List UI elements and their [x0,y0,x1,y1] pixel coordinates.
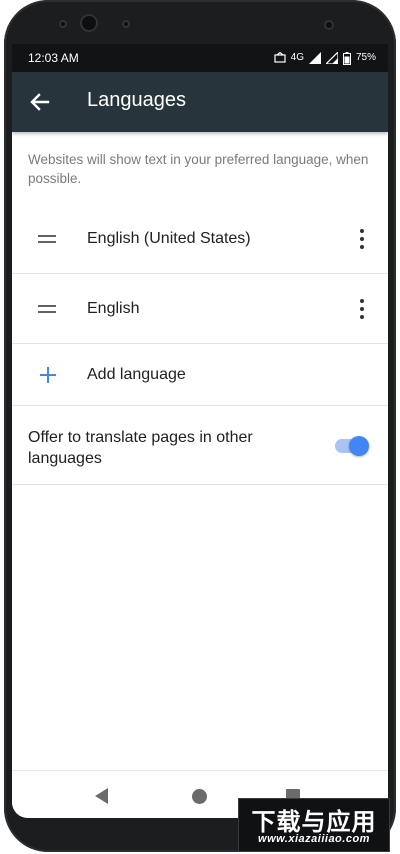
drag-handle-icon[interactable] [38,305,56,314]
screen: 12:03 AM 4G 75% Languages Websites will … [12,44,388,818]
battery-percent: 75% [355,52,376,63]
more-options-icon[interactable] [358,299,366,321]
battery-icon [342,51,351,65]
add-language-row[interactable]: Add language [12,344,388,406]
add-icon [40,367,56,383]
watermark-logo: 下载与应用 www.xiazaiiiao.com [238,798,390,852]
toggle-thumb [349,436,369,456]
arrow-left-icon [30,93,50,111]
translate-toggle[interactable] [333,436,369,456]
status-time: 12:03 AM [28,51,79,65]
description-text: Websites will show text in your preferre… [28,152,369,186]
sensor-dot-right [324,20,334,30]
drag-handle-icon[interactable] [38,235,56,244]
status-icons: 4G 75% [274,49,376,67]
back-button[interactable] [26,88,54,116]
add-language-label: Add language [87,366,186,383]
notification-icon [274,52,286,63]
watermark-text: 下载与应用 [251,808,377,836]
language-label: English [87,300,140,317]
app-bar: Languages [12,72,388,132]
network-type: 4G [290,52,304,63]
sensor-dot [59,20,67,28]
phone-frame: 12:03 AM 4G 75% Languages Websites will … [0,0,400,854]
language-row-english[interactable]: English [12,274,388,344]
more-options-icon[interactable] [358,229,366,251]
wifi-off-icon [325,52,338,64]
watermark-url: www.xiazaiiiao.com [258,833,370,845]
language-row-english-us[interactable]: English (United States) [12,204,388,274]
status-bar: 12:03 AM 4G 75% [12,44,388,72]
signal-icon [308,52,321,64]
nav-home-icon[interactable] [192,789,207,804]
earpiece-dot [122,20,130,28]
nav-back-icon[interactable] [95,788,108,804]
language-label: English (United States) [87,230,251,247]
front-camera [80,14,98,32]
translate-setting-label: Offer to translate pages in other langua… [28,429,253,467]
page-title: Languages [87,89,186,111]
